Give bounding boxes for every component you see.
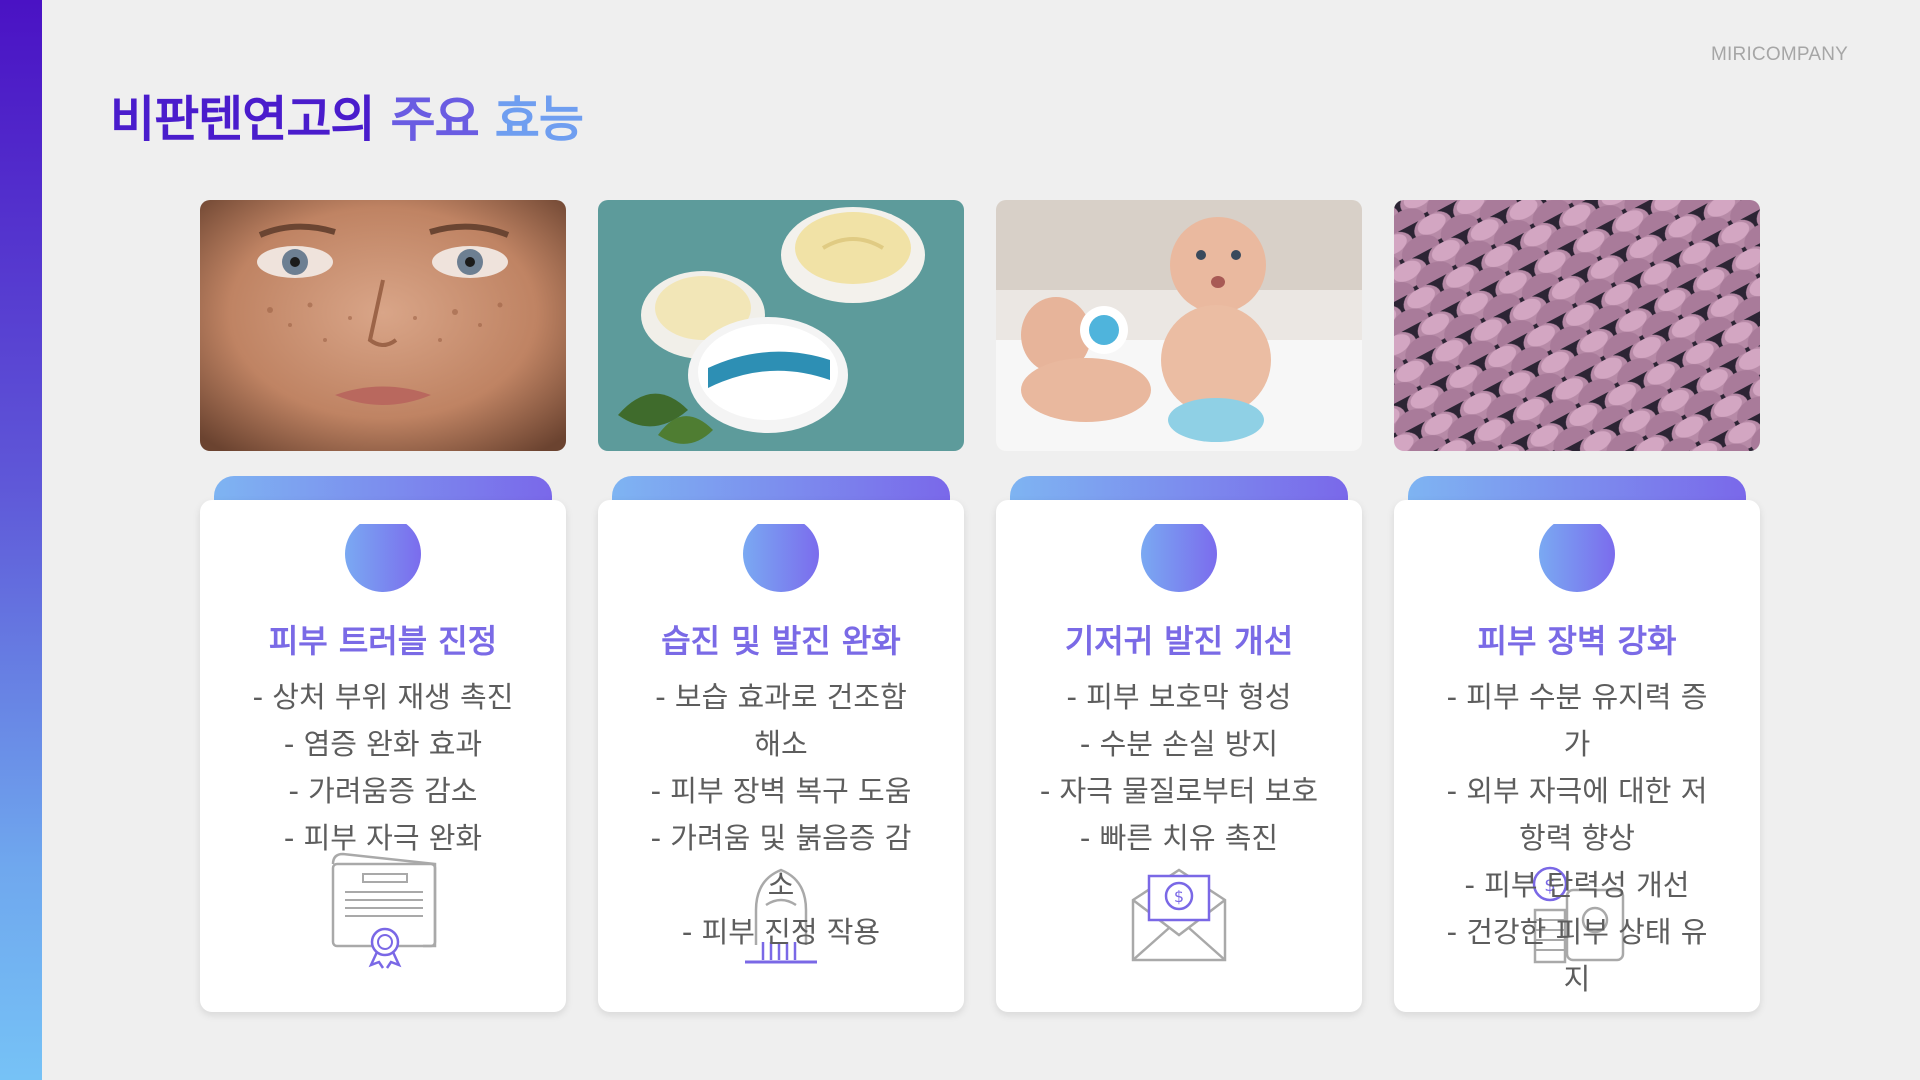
card-title: 습진 및 발진 완화 (661, 622, 901, 660)
svg-text:$: $ (1174, 887, 1184, 906)
card-notch (1539, 524, 1615, 592)
card-body: 피부 장벽 강화 - 피부 수분 유지력 증가 - 외부 자극에 대한 저항력 … (1394, 500, 1760, 1012)
card-item: - 피부 장벽 복구 도움 (650, 774, 912, 808)
money-envelope-icon: $ (1131, 868, 1227, 962)
card-title: 피부 장벽 강화 (1477, 622, 1677, 660)
benefit-card-3: 기저귀 발진 개선 - 피부 보호막 형성 - 수분 손실 방지 - 자극 물질… (996, 476, 1362, 1012)
card-items: - 피부 수분 유지력 증가 - 외부 자극에 대한 저항력 향상 - 피부 탄… (1434, 674, 1720, 1003)
card-body: 습진 및 발진 완화 - 보습 효과로 건조함 해소 - 피부 장벽 복구 도움… (598, 500, 964, 1012)
title-part-3: 효능 (494, 91, 584, 148)
card-items: - 상처 부위 재생 촉진 - 염증 완화 효과 - 가려움증 감소 - 피부 … (240, 674, 526, 862)
card-title: 기저귀 발진 개선 (1064, 622, 1294, 660)
card-item: - 염증 완화 효과 (283, 727, 483, 761)
card-item: - 외부 자극에 대한 저항력 향상 (1446, 774, 1708, 855)
left-accent-bar (0, 0, 42, 1080)
woman-face-image (200, 200, 566, 451)
card-item: - 자극 물질로부터 보호 (1039, 774, 1319, 808)
cream-jars-image (598, 200, 964, 451)
card-item: - 수분 손실 방지 (1079, 727, 1279, 761)
scales-texture-image (1394, 200, 1760, 451)
certificate-icon (331, 852, 437, 969)
babies-image (996, 200, 1362, 451)
card-item: - 피부 진정 작용 (681, 915, 881, 949)
card-item: - 건강한 피부 상태 유지 (1446, 915, 1708, 996)
card-item: - 피부 수분 유지력 증가 (1446, 680, 1708, 761)
benefit-card-1: 피부 트러블 진정 - 상처 부위 재생 촉진 - 염증 완화 효과 - 가려움… (200, 476, 566, 1012)
page-title: 비판텐연고의 주요 효능 (110, 80, 584, 151)
card-items: - 피부 보호막 형성 - 수분 손실 방지 - 자극 물질로부터 보호 - 빠… (1036, 674, 1322, 862)
brand-label: MIRICOMPANY (1711, 44, 1848, 65)
card-item: - 보습 효과로 건조함 해소 (655, 680, 907, 761)
card-notch (1141, 524, 1217, 592)
benefit-card-4: 피부 장벽 강화 - 피부 수분 유지력 증가 - 외부 자극에 대한 저항력 … (1394, 476, 1760, 1012)
card-item: - 가려움 및 붉음증 감소 (650, 821, 912, 902)
card-item: - 피부 보호막 형성 (1066, 680, 1292, 714)
card-item: - 빠른 치유 촉진 (1079, 821, 1279, 855)
title-part-1: 비판텐연고의 (110, 91, 375, 148)
card-notch (743, 524, 819, 592)
card-item: - 피부 탄력성 개선 (1464, 868, 1690, 902)
card-notch (345, 524, 421, 592)
card-item: - 가려움증 감소 (288, 774, 478, 808)
card-items: - 보습 효과로 건조함 해소 - 피부 장벽 복구 도움 - 가려움 및 붉음… (638, 674, 924, 956)
benefit-card-2: 습진 및 발진 완화 - 보습 효과로 건조함 해소 - 피부 장벽 복구 도움… (598, 476, 964, 1012)
card-item: - 피부 자극 완화 (283, 821, 483, 855)
title-part-2: 주요 (390, 91, 480, 148)
card-title: 피부 트러블 진정 (268, 622, 498, 660)
card-body: 피부 트러블 진정 - 상처 부위 재생 촉진 - 염증 완화 효과 - 가려움… (200, 500, 566, 1012)
card-body: 기저귀 발진 개선 - 피부 보호막 형성 - 수분 손실 방지 - 자극 물질… (996, 500, 1362, 1012)
card-item: - 상처 부위 재생 촉진 (252, 680, 514, 714)
